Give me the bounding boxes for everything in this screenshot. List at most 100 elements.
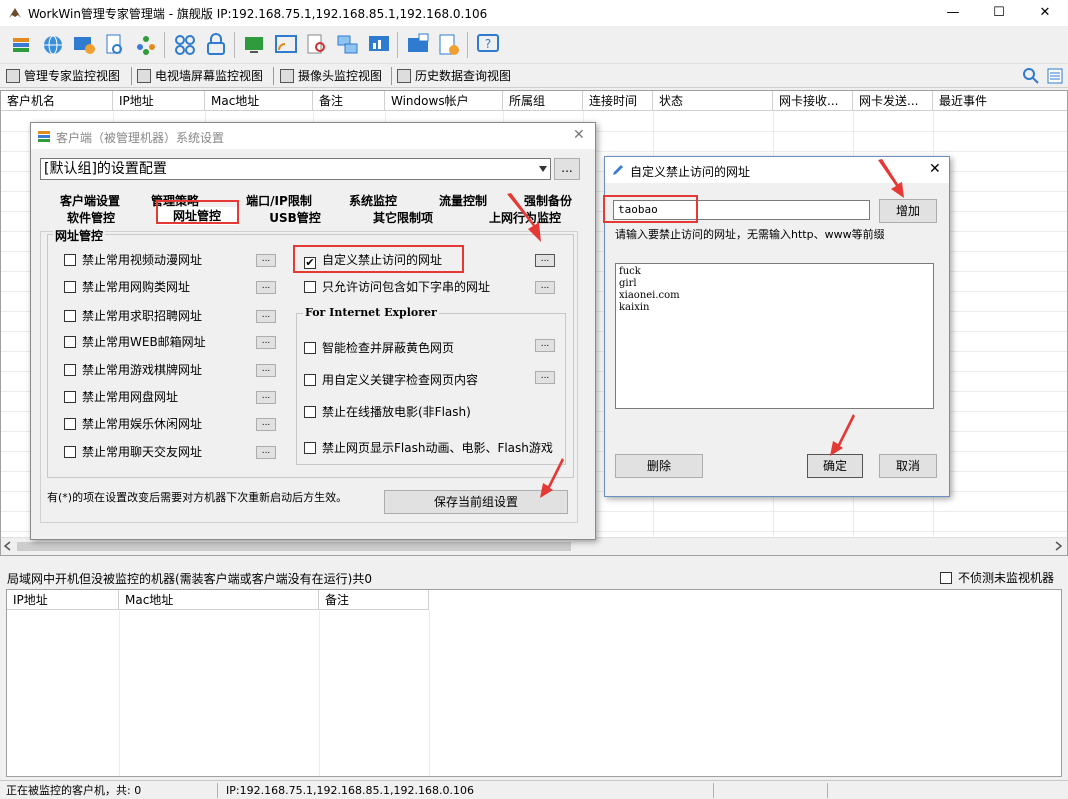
toolbar-separator <box>467 32 468 58</box>
option-more-button[interactable]: ... <box>256 364 276 377</box>
svg-text:?: ? <box>485 37 491 51</box>
toolbar-separator <box>234 32 235 58</box>
broadcast-icon[interactable] <box>273 32 299 58</box>
tab-other-limits[interactable]: 其它限制项 <box>361 209 445 227</box>
server-ip: IP:192.168.75.1,192.168.85.1,192.168.0.1… <box>220 783 714 798</box>
settings-dialog: 客户端（被管理机器）系统设置 ✕ [默认组]的设置配置 ... 客户端设置 管理… <box>30 122 596 540</box>
column-header[interactable]: Mac地址 <box>205 91 313 111</box>
lock-icon[interactable] <box>203 32 229 58</box>
close-button[interactable]: ✕ <box>1022 0 1068 26</box>
block-online-movie-checkbox[interactable]: 禁止在线播放电影(非Flash) <box>304 404 471 420</box>
allow-only-url-checkbox[interactable]: 只允许访问包含如下字串的网址 <box>304 279 490 295</box>
block-webmail-url-checkbox[interactable]: 禁止常用WEB邮箱网址 <box>64 334 206 350</box>
scroll-right-icon[interactable] <box>1053 541 1063 551</box>
blocked-url-list[interactable]: fuck girl xiaonei.com kaixin <box>615 263 934 409</box>
group-more-button[interactable]: ... <box>554 158 580 180</box>
column-header[interactable]: 状态 <box>653 91 773 111</box>
dialog-close-button[interactable]: ✕ <box>573 127 585 143</box>
annotation-arrow-icon <box>540 458 564 498</box>
list-item[interactable]: girl <box>619 278 930 290</box>
cancel-button[interactable]: 取消 <box>879 454 937 478</box>
list-view-icon[interactable] <box>1046 67 1064 85</box>
scroll-thumb[interactable] <box>17 542 571 551</box>
unmonitored-list[interactable]: IP地址 Mac地址 备注 <box>6 589 1062 777</box>
dialog-title-bar: 客户端（被管理机器）系统设置 ✕ <box>31 123 595 149</box>
block-flash-checkbox[interactable]: 禁止网页显示Flash动画、电影、Flash游戏 <box>304 440 553 456</box>
keyword-filter-checkbox[interactable]: 用自定义关键字检查网页内容 <box>304 372 478 388</box>
multi-window-icon[interactable] <box>335 32 361 58</box>
column-header[interactable]: Mac地址 <box>119 590 319 610</box>
ip-config-icon[interactable] <box>405 32 431 58</box>
scroll-left-icon[interactable] <box>3 541 13 551</box>
column-header[interactable]: Windows帐户 <box>385 91 503 111</box>
tab-software-control[interactable]: 软件管控 <box>51 209 131 227</box>
alert-document-icon[interactable] <box>436 32 462 58</box>
delete-url-button[interactable]: 删除 <box>615 454 703 478</box>
option-more-button[interactable]: ... <box>256 446 276 459</box>
smart-filter-checkbox[interactable]: 智能检查并屏蔽黄色网页 <box>304 340 454 356</box>
column-header[interactable]: 所属组 <box>503 91 583 111</box>
tab-history-view[interactable]: 历史数据查询视图 <box>397 64 511 88</box>
tab-tv-wall-view[interactable]: 电视墙屏幕监控视图 <box>137 64 263 88</box>
allow-url-edit-button[interactable]: ... <box>535 281 555 294</box>
column-header[interactable]: 网卡发送... <box>853 91 933 111</box>
column-header[interactable]: 网卡接收... <box>773 91 853 111</box>
tab-system-monitor[interactable]: 系统监控 <box>333 192 413 210</box>
group-config-select[interactable]: [默认组]的设置配置 <box>40 158 551 180</box>
block-job-url-checkbox[interactable]: 禁止常用求职招聘网址 <box>64 308 202 324</box>
column-header[interactable]: 备注 <box>319 590 429 610</box>
apps-grid-icon[interactable] <box>172 32 198 58</box>
option-more-button[interactable]: ... <box>256 310 276 323</box>
tab-usb-control[interactable]: USB管控 <box>255 209 335 227</box>
search-document-icon[interactable] <box>304 32 330 58</box>
custom-url-edit-button[interactable]: ... <box>535 254 555 267</box>
add-url-button[interactable]: 增加 <box>879 199 937 223</box>
tab-port-ip-limit[interactable]: 端口/IP限制 <box>229 192 329 210</box>
option-more-button[interactable]: ... <box>256 336 276 349</box>
group-label: 网址管控 <box>53 227 106 244</box>
column-header[interactable]: 最近事件 <box>933 91 1067 111</box>
option-more-button[interactable]: ... <box>256 418 276 431</box>
block-video-url-checkbox[interactable]: 禁止常用视频动漫网址 <box>64 252 202 268</box>
tab-camera-view[interactable]: 摄像头监控视图 <box>280 64 382 88</box>
help-icon[interactable]: ? <box>475 32 501 58</box>
block-chat-url-checkbox[interactable]: 禁止常用聊天交友网址 <box>64 444 202 460</box>
column-header[interactable]: IP地址 <box>113 91 205 111</box>
block-game-url-checkbox[interactable]: 禁止常用游戏棋牌网址 <box>64 362 202 378</box>
column-header[interactable]: IP地址 <box>7 590 119 610</box>
tab-traffic-control[interactable]: 流量控制 <box>423 192 503 210</box>
maximize-button[interactable]: ☐ <box>976 0 1022 26</box>
tab-client-settings[interactable]: 客户端设置 <box>49 192 131 210</box>
toolbar <box>0 26 1068 64</box>
file-search-icon[interactable] <box>102 32 128 58</box>
option-more-button[interactable]: ... <box>256 391 276 404</box>
list-item[interactable]: xiaonei.com <box>619 290 930 302</box>
no-detect-checkbox[interactable]: 不侦测未监视机器 <box>940 570 1054 586</box>
option-more-button[interactable]: ... <box>256 254 276 267</box>
tab-monitor-view[interactable]: 管理专家监控视图 <box>6 64 120 88</box>
column-header[interactable]: 客户机名 <box>1 91 113 111</box>
globe-icon[interactable] <box>40 32 66 58</box>
block-entertainment-url-checkbox[interactable]: 禁止常用娱乐休闲网址 <box>64 416 202 432</box>
block-shopping-url-checkbox[interactable]: 禁止常用网购类网址 <box>64 279 190 295</box>
client-groups-icon[interactable] <box>9 32 35 58</box>
grid-col-line <box>119 610 120 776</box>
block-netdisk-url-checkbox[interactable]: 禁止常用网盘网址 <box>64 389 178 405</box>
custom-block-url-checkbox[interactable]: ✔ 自定义禁止访问的网址 <box>304 252 442 269</box>
annotation-arrow-icon <box>878 159 904 198</box>
settings-screen-icon[interactable] <box>71 32 97 58</box>
minimize-button[interactable]: — <box>930 0 976 26</box>
list-item[interactable]: kaixin <box>619 302 930 314</box>
list-item[interactable]: fuck <box>619 266 930 278</box>
remote-screen-icon[interactable] <box>242 32 268 58</box>
option-more-button[interactable]: ... <box>256 281 276 294</box>
option-more-button[interactable]: ... <box>535 339 555 352</box>
column-header[interactable]: 备注 <box>313 91 385 111</box>
report-chart-icon[interactable] <box>366 32 392 58</box>
dialog-close-button[interactable]: ✕ <box>929 161 941 177</box>
option-more-button[interactable]: ... <box>535 371 555 384</box>
search-icon[interactable] <box>1022 67 1040 85</box>
users-icon[interactable] <box>133 32 159 58</box>
restart-note: 有(*)的项在设置改变后需要对方机器下次重新启动后方生效。 <box>47 491 348 504</box>
column-header[interactable]: 连接时间 <box>583 91 653 111</box>
